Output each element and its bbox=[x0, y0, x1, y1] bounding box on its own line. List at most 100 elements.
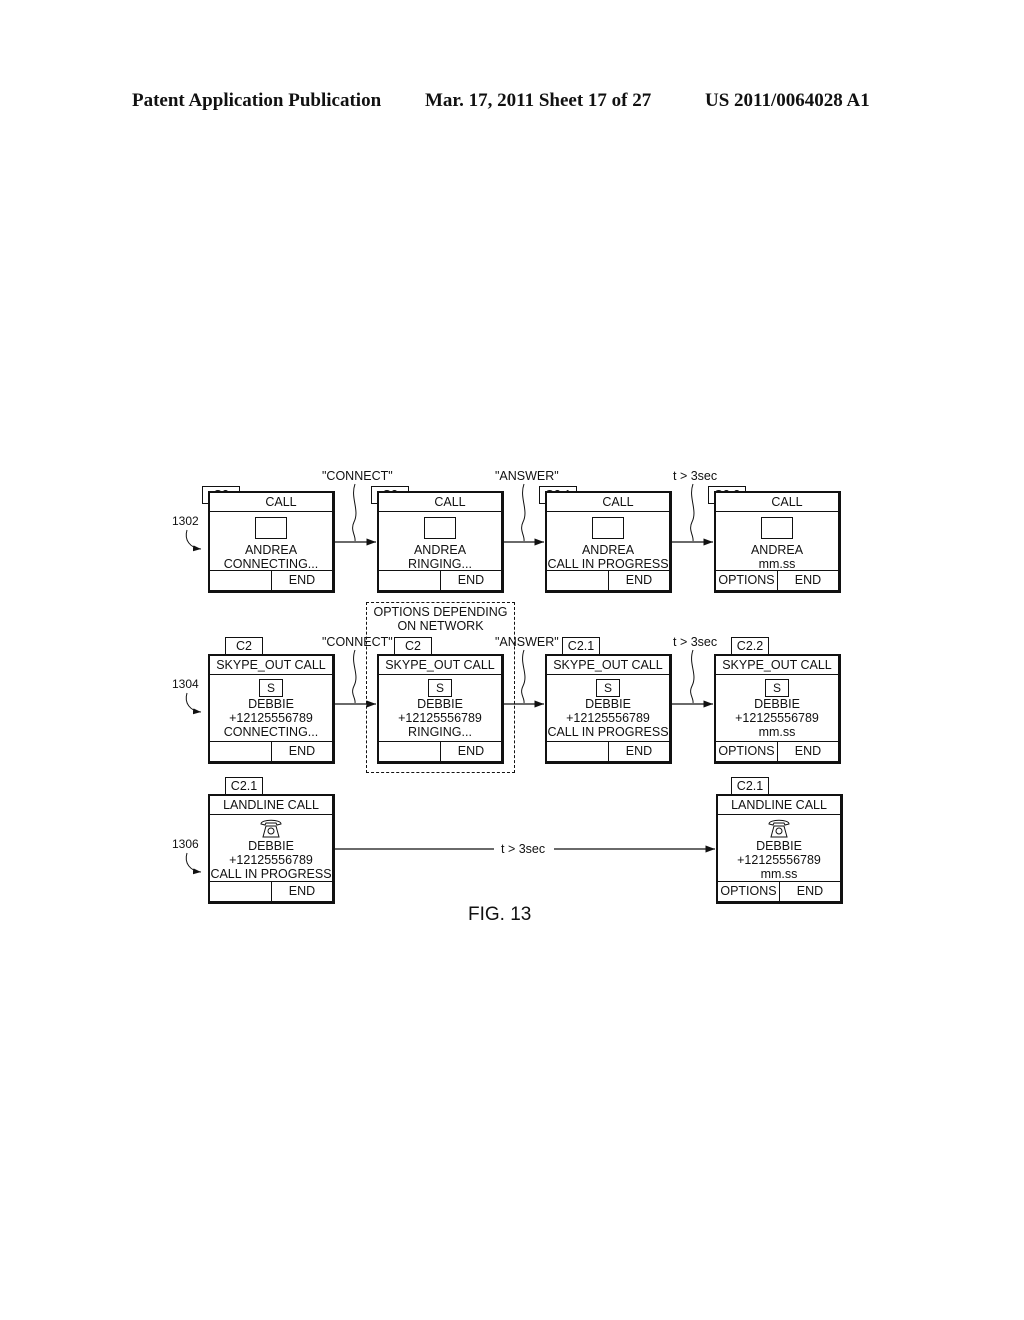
skype-s-icon: S bbox=[596, 679, 620, 697]
phone-number: +12125556789 bbox=[566, 711, 650, 725]
options-note-line-2: ON NETWORK bbox=[397, 619, 484, 633]
leader-r1-3 bbox=[690, 483, 695, 542]
left-softkey[interactable] bbox=[210, 571, 272, 590]
contact-name: ANDREA bbox=[413, 543, 467, 557]
contact-name: ANDREA bbox=[750, 543, 804, 557]
screen-title: LANDLINE CALL bbox=[718, 796, 840, 815]
contact-name: DEBBIE bbox=[248, 697, 294, 711]
screen-title: SKYPE_OUT CALL bbox=[547, 656, 669, 675]
transition-connect-r1: "CONNECT" bbox=[322, 469, 393, 483]
end-softkey[interactable]: END bbox=[272, 571, 332, 590]
skypeout-screen-timer: SKYPE_OUT CALL S DEBBIE +12125556789 mm.… bbox=[714, 654, 841, 764]
leader-r2-1 bbox=[352, 649, 357, 704]
options-note-line-1: OPTIONS DEPENDING bbox=[373, 605, 508, 619]
softkey-bar: END bbox=[379, 741, 501, 761]
end-softkey[interactable]: END bbox=[441, 742, 501, 761]
call-state-tab: C2.1 bbox=[731, 777, 769, 795]
leader-r2-2 bbox=[521, 649, 526, 704]
transition-answer-r2: "ANSWER" bbox=[495, 635, 559, 649]
screen-body: ANDREA RINGING... bbox=[379, 517, 501, 571]
phone-screen-connecting: CALL ANDREA CONNECTING... END bbox=[208, 491, 335, 593]
screen-body: S DEBBIE +12125556789 mm.ss bbox=[716, 679, 838, 739]
phone-screen-in-progress: CALL ANDREA CALL IN PROGRESS END bbox=[545, 491, 672, 593]
call-status: CONNECTING... bbox=[223, 725, 319, 739]
left-softkey[interactable] bbox=[547, 742, 609, 761]
screen-title: CALL bbox=[716, 493, 838, 512]
phone-number: +12125556789 bbox=[229, 853, 313, 867]
screen-title: SKYPE_OUT CALL bbox=[716, 656, 838, 675]
call-timer: mm.ss bbox=[760, 867, 798, 881]
call-status: CONNECTING... bbox=[223, 557, 319, 571]
end-softkey[interactable]: END bbox=[272, 742, 332, 761]
landline-screen-in-progress: LANDLINE CALL DEBBIE +12125556789 CALL I… bbox=[208, 794, 335, 904]
call-status: RINGING... bbox=[408, 557, 472, 571]
figure-label: FIG. 13 bbox=[468, 904, 532, 925]
skype-s-icon: S bbox=[259, 679, 283, 697]
ref-arrow-1302 bbox=[185, 529, 202, 552]
options-softkey[interactable]: OPTIONS bbox=[716, 742, 778, 761]
call-timer: mm.ss bbox=[758, 557, 796, 571]
transition-connect-r2: "CONNECT" bbox=[322, 635, 393, 649]
softkey-bar: END bbox=[547, 570, 669, 590]
call-timer: mm.ss bbox=[758, 725, 796, 739]
avatar-placeholder-icon bbox=[255, 517, 287, 539]
skypeout-screen-connecting: SKYPE_OUT CALL S DEBBIE +12125556789 CON… bbox=[208, 654, 335, 764]
left-softkey[interactable] bbox=[379, 571, 441, 590]
screen-body: S DEBBIE +12125556789 CONNECTING... bbox=[210, 679, 332, 739]
skypeout-screen-in-progress: SKYPE_OUT CALL S DEBBIE +12125556789 CAL… bbox=[545, 654, 672, 764]
left-softkey[interactable] bbox=[210, 742, 272, 761]
avatar-placeholder-icon bbox=[424, 517, 456, 539]
transition-timeout-r2: t > 3sec bbox=[673, 635, 718, 649]
call-state-tab: C2.2 bbox=[731, 637, 769, 655]
landline-screen-timer: LANDLINE CALL DEBBIE +12125556789 mm.ss … bbox=[716, 794, 843, 904]
end-softkey[interactable]: END bbox=[778, 742, 838, 761]
screen-body: DEBBIE +12125556789 mm.ss bbox=[718, 817, 840, 881]
contact-name: ANDREA bbox=[244, 543, 298, 557]
phone-number: +12125556789 bbox=[398, 711, 482, 725]
end-softkey[interactable]: END bbox=[780, 882, 840, 901]
softkey-bar: END bbox=[210, 881, 332, 901]
softkey-bar: END bbox=[210, 741, 332, 761]
end-softkey[interactable]: END bbox=[272, 882, 332, 901]
screen-body: DEBBIE +12125556789 CALL IN PROGRESS bbox=[210, 817, 332, 881]
skype-s-icon: S bbox=[765, 679, 789, 697]
left-softkey[interactable] bbox=[379, 742, 441, 761]
end-softkey[interactable]: END bbox=[609, 571, 669, 590]
contact-name: DEBBIE bbox=[754, 697, 800, 711]
call-state-tab: C2 bbox=[394, 637, 432, 655]
options-softkey[interactable]: OPTIONS bbox=[718, 882, 780, 901]
contact-name: DEBBIE bbox=[248, 839, 294, 853]
call-status: CALL IN PROGRESS bbox=[210, 867, 332, 881]
softkey-bar: OPTIONS END bbox=[718, 881, 840, 901]
ref-1304: 1304 bbox=[172, 677, 199, 691]
screen-body: ANDREA CALL IN PROGRESS bbox=[547, 517, 669, 571]
call-state-tab: C2 bbox=[225, 637, 263, 655]
skypeout-screen-ringing: SKYPE_OUT CALL S DEBBIE +12125556789 RIN… bbox=[377, 654, 504, 764]
end-softkey[interactable]: END bbox=[609, 742, 669, 761]
contact-name: DEBBIE bbox=[417, 697, 463, 711]
call-status: CALL IN PROGRESS bbox=[547, 725, 669, 739]
left-softkey[interactable] bbox=[210, 882, 272, 901]
leader-r1-1 bbox=[352, 483, 357, 542]
options-softkey[interactable]: OPTIONS bbox=[716, 571, 778, 590]
end-softkey[interactable]: END bbox=[441, 571, 501, 590]
phone-number: +12125556789 bbox=[229, 711, 313, 725]
left-softkey[interactable] bbox=[547, 571, 609, 590]
call-state-tab: C2.1 bbox=[225, 777, 263, 795]
screen-title: SKYPE_OUT CALL bbox=[379, 656, 501, 675]
phone-screen-timer: CALL ANDREA mm.ss OPTIONS END bbox=[714, 491, 841, 593]
transition-timeout-r1: t > 3sec bbox=[673, 469, 718, 483]
call-status: RINGING... bbox=[408, 725, 472, 739]
screen-body: ANDREA CONNECTING... bbox=[210, 517, 332, 571]
contact-name: DEBBIE bbox=[756, 839, 802, 853]
phone-screen-ringing: CALL ANDREA RINGING... END bbox=[377, 491, 504, 593]
screen-title: CALL bbox=[379, 493, 501, 512]
screen-title: LANDLINE CALL bbox=[210, 796, 332, 815]
softkey-bar: OPTIONS END bbox=[716, 741, 838, 761]
options-note: OPTIONS DEPENDING ON NETWORK bbox=[366, 605, 515, 633]
contact-name: ANDREA bbox=[581, 543, 635, 557]
end-softkey[interactable]: END bbox=[778, 571, 838, 590]
phone-number: +12125556789 bbox=[735, 711, 819, 725]
contact-name: DEBBIE bbox=[585, 697, 631, 711]
avatar-placeholder-icon bbox=[761, 517, 793, 539]
